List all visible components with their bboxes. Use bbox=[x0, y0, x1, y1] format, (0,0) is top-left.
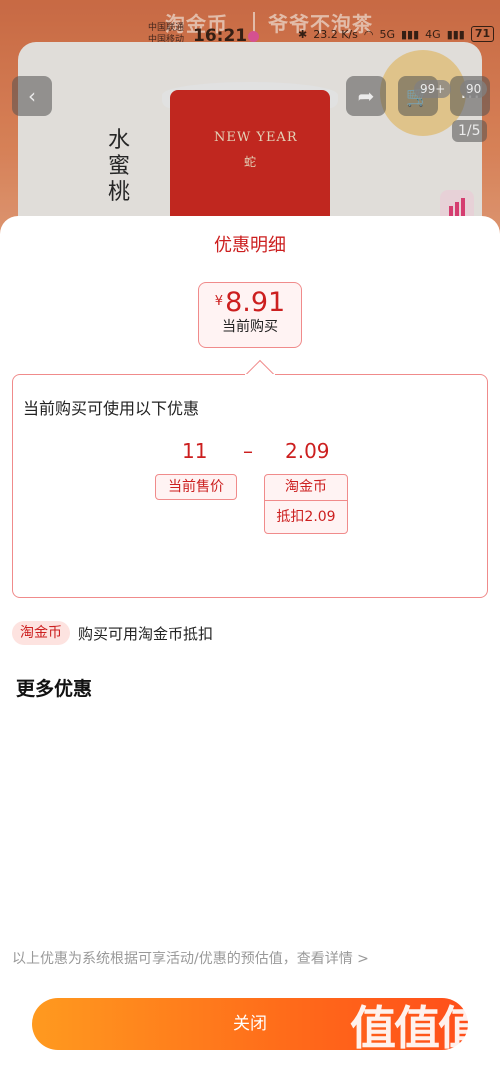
price-label: 当前购买 bbox=[222, 319, 278, 335]
price-value: 8.91 bbox=[225, 287, 286, 318]
original-price-value: 11 bbox=[182, 439, 208, 463]
discount-detail-sheet: 优惠明细 ¥8.91 当前购买 当前购买可使用以下优惠 11 – 2.09 当前… bbox=[0, 216, 500, 1083]
coin-discount-tag: 淘金币 抵扣2.09 bbox=[264, 474, 348, 534]
coin-info-text: 购买可用淘金币抵扣 bbox=[78, 624, 214, 643]
discount-value: 2.09 bbox=[285, 439, 330, 463]
coin-discount-label: 淘金币 bbox=[265, 475, 347, 501]
notch-cover bbox=[245, 374, 275, 386]
watermark: 值值值 zhizhizhi.com bbox=[348, 992, 498, 1083]
current-price-box: ¥8.91 当前购买 bbox=[198, 282, 302, 348]
original-price-tag: 当前售价 bbox=[155, 474, 237, 500]
coin-discount-desc: 抵扣2.09 bbox=[276, 509, 336, 525]
more-discounts-title: 更多优惠 bbox=[16, 678, 93, 700]
footnote-link[interactable]: 以上优惠为系统根据可享活动/优惠的预估值，查看详情 > bbox=[12, 948, 369, 968]
detail-title: 当前购买可使用以下优惠 bbox=[23, 399, 200, 418]
minus-operator: – bbox=[243, 439, 253, 463]
current-price: ¥8.91 bbox=[199, 287, 301, 318]
dim-overlay bbox=[0, 0, 500, 250]
currency-symbol: ¥ bbox=[214, 294, 224, 309]
product-page-background: 淘金币 爷爷不泡茶 中国联通 中国移动 16:21 ✱ 23.2 K/s ◠ 5… bbox=[0, 0, 500, 250]
watermark-url: zhizhizhi.com bbox=[350, 1052, 465, 1072]
sheet-title: 优惠明细 bbox=[214, 235, 286, 256]
watermark-logo: 值值值 bbox=[350, 1001, 484, 1055]
coin-pill: 淘金币 bbox=[12, 621, 70, 645]
coin-info-row: 淘金币 购买可用淘金币抵扣 bbox=[12, 621, 213, 645]
discount-detail-box: 当前购买可使用以下优惠 11 – 2.09 当前售价 淘金币 抵扣2.09 bbox=[12, 359, 488, 598]
